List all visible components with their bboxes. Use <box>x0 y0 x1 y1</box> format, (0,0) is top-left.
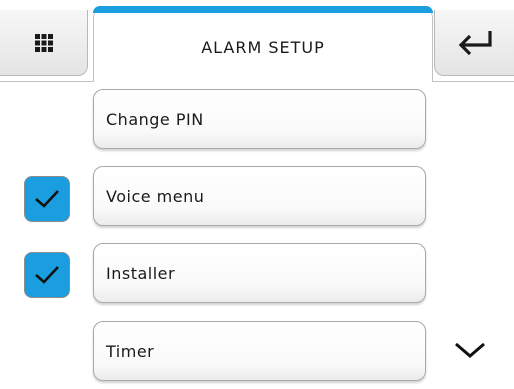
header-bar: ALARM SETUP <box>0 0 514 82</box>
timer-button[interactable]: Timer <box>93 321 426 381</box>
header-divider-right <box>433 81 514 82</box>
checkmark-icon <box>35 190 59 208</box>
voice-menu-label: Voice menu <box>106 186 205 206</box>
grid-menu-button[interactable] <box>0 10 88 76</box>
chevron-down-icon <box>455 342 485 358</box>
installer-label: Installer <box>106 263 176 283</box>
voice-menu-button[interactable]: Voice menu <box>93 166 426 226</box>
installer-checkbox[interactable] <box>24 252 70 298</box>
grid-menu-icon <box>34 33 53 52</box>
page-title: ALARM SETUP <box>201 37 325 57</box>
title-tab: ALARM SETUP <box>93 6 433 82</box>
installer-button[interactable]: Installer <box>93 243 426 303</box>
checkmark-icon <box>35 266 59 284</box>
return-arrow-icon <box>458 30 492 55</box>
voice-menu-checkbox[interactable] <box>24 176 70 222</box>
change-pin-button[interactable]: Change PIN <box>93 89 426 149</box>
scroll-down-button[interactable] <box>446 330 494 370</box>
back-button[interactable] <box>434 10 514 76</box>
header-divider-left <box>0 81 93 82</box>
change-pin-label: Change PIN <box>106 109 204 129</box>
timer-label: Timer <box>106 341 155 361</box>
